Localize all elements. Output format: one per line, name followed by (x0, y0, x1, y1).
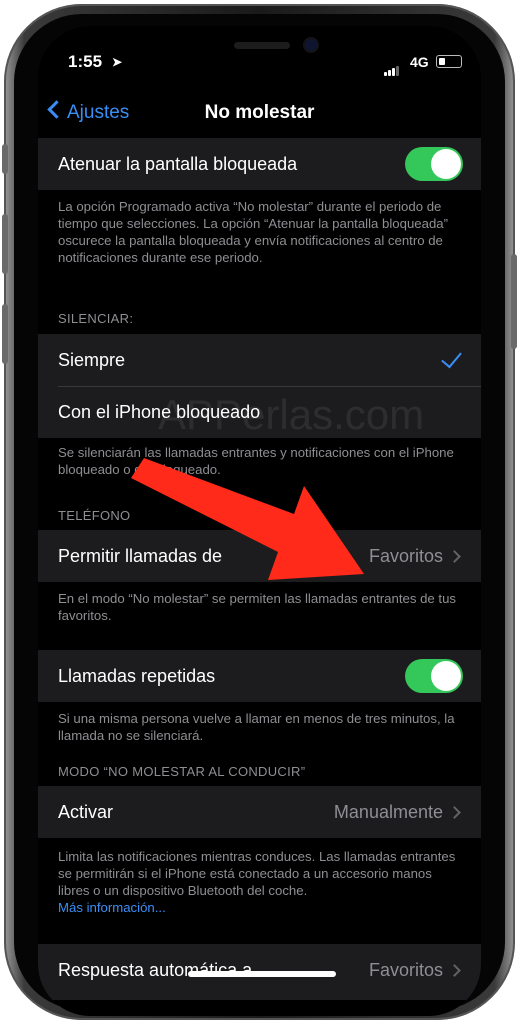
status-time: 1:55 (68, 52, 103, 71)
watermark: APPerlas.com (158, 391, 425, 438)
dim-lock-footer: La opción Programado activa “No molestar… (58, 199, 449, 265)
driving-footer: Limita las notificaciones mientras condu… (58, 848, 463, 916)
driving-header: MODO “NO MOLESTAR AL CONDUCIR” (58, 764, 306, 779)
repeated-calls-toggle[interactable] (405, 659, 463, 693)
location-arrow-icon: ➤ (112, 55, 123, 69)
home-indicator[interactable] (188, 971, 336, 977)
signal-icon (384, 56, 400, 76)
silence-option-label: Siempre (58, 350, 126, 370)
screen: 1:55 ➤ 4G Ajustes No molestar Atenuar la… (38, 26, 481, 1016)
phone-header: TELÉFONO (58, 508, 131, 523)
chevron-right-icon (448, 806, 461, 819)
repeated-footer: Si una misma persona vuelve a llamar en … (58, 711, 455, 743)
network-type: 4G (410, 54, 429, 70)
dim-lock-row[interactable]: Atenuar la pantalla bloqueada (38, 138, 481, 190)
driving-activate-label: Activar (58, 802, 114, 822)
driving-activate-row[interactable]: Activar Manualmente (38, 786, 481, 838)
nav-bar: Ajustes No molestar (38, 96, 481, 136)
more-info-link[interactable]: Más información... (58, 900, 166, 915)
divider (58, 386, 481, 387)
chevron-right-icon (448, 550, 461, 563)
driving-activate-value: Manualmente (333, 802, 443, 822)
silent-switch (2, 144, 8, 174)
silence-header: SILENCIAR: (58, 311, 134, 326)
volume-down-button (2, 304, 8, 364)
repeated-calls-row[interactable]: Llamadas repetidas (38, 650, 481, 702)
status-bar: 1:55 ➤ 4G (38, 50, 481, 76)
page-title: No molestar (204, 102, 315, 123)
silence-option-always[interactable]: Siempre (38, 334, 481, 386)
battery-icon (436, 55, 462, 68)
chevron-right-icon (448, 964, 461, 977)
dim-lock-label: Atenuar la pantalla bloqueada (58, 154, 298, 174)
allow-calls-value: Favoritos (368, 546, 443, 566)
dim-lock-toggle[interactable] (405, 147, 463, 181)
checkmark-icon (441, 346, 462, 369)
driving-footer-text: Limita las notificaciones mientras condu… (58, 849, 456, 898)
red-arrow-annotation (131, 458, 364, 580)
auto-reply-value: Favoritos (368, 960, 443, 980)
volume-up-button (2, 214, 8, 274)
arrow-shape (131, 458, 364, 580)
power-button (511, 254, 517, 349)
repeated-calls-label: Llamadas repetidas (58, 666, 216, 686)
speaker (234, 42, 290, 49)
